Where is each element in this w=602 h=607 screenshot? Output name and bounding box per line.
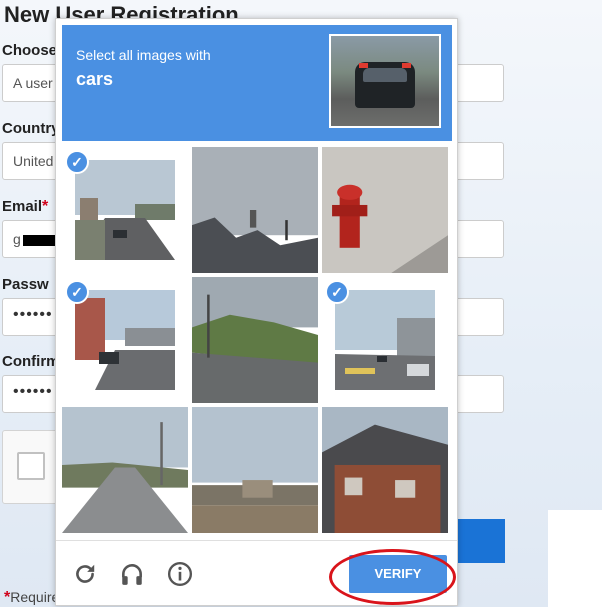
tile-grassy-hill-road[interactable] bbox=[192, 277, 318, 403]
challenge-target-word: cars bbox=[76, 69, 114, 89]
verify-button[interactable]: VERIFY bbox=[349, 555, 447, 593]
reload-icon[interactable] bbox=[72, 561, 98, 587]
sample-car-image bbox=[329, 34, 441, 128]
recaptcha-checkbox[interactable] bbox=[17, 452, 45, 480]
tile-street-with-parked-car[interactable]: ✓ bbox=[62, 277, 188, 403]
email-label-text: Email bbox=[2, 198, 43, 215]
intersection-with-cars-image bbox=[335, 290, 435, 390]
street-with-parked-car-image bbox=[75, 290, 175, 390]
submit-button[interactable] bbox=[450, 519, 505, 563]
tile-fire-hydrant[interactable] bbox=[322, 147, 448, 273]
selected-check-icon: ✓ bbox=[325, 280, 349, 304]
car-shape bbox=[355, 62, 415, 108]
empty-highway-image bbox=[62, 407, 188, 533]
email-value: g bbox=[13, 231, 21, 247]
field-label-password: Passw bbox=[2, 276, 49, 293]
tile-rooftops[interactable] bbox=[192, 147, 318, 273]
fire-hydrant-image bbox=[322, 147, 448, 273]
required-star: * bbox=[42, 198, 49, 215]
recaptcha-challenge: Select all images with cars ✓ ✓ ✓ VERIFY bbox=[55, 18, 458, 606]
field-label-email: Email* bbox=[2, 198, 48, 216]
grassy-hill-road-image bbox=[192, 277, 318, 403]
challenge-footer: VERIFY bbox=[56, 540, 457, 605]
challenge-instruction: Select all images with bbox=[76, 47, 211, 63]
tile-brick-house[interactable] bbox=[322, 407, 448, 533]
selected-check-icon: ✓ bbox=[65, 150, 89, 174]
tile-construction-lot[interactable] bbox=[192, 407, 318, 533]
tile-empty-highway[interactable] bbox=[62, 407, 188, 533]
image-grid: ✓ ✓ ✓ bbox=[62, 147, 452, 534]
info-icon[interactable] bbox=[167, 561, 193, 587]
tile-intersection-with-cars[interactable]: ✓ bbox=[322, 277, 448, 403]
field-label-choose: Choose bbox=[2, 42, 58, 59]
field-label-confirm: Confirm bbox=[2, 353, 60, 370]
tile-street-with-car[interactable]: ✓ bbox=[62, 147, 188, 273]
challenge-header: Select all images with cars bbox=[62, 25, 452, 141]
brick-house-image bbox=[322, 407, 448, 533]
car-tail-light bbox=[402, 63, 411, 68]
selected-check-icon: ✓ bbox=[65, 280, 89, 304]
construction-lot-image bbox=[192, 407, 318, 533]
street-with-car-image bbox=[75, 160, 175, 260]
car-tail-light bbox=[359, 63, 368, 68]
field-label-country: Country bbox=[2, 120, 60, 137]
white-panel bbox=[548, 510, 602, 607]
headphones-icon[interactable] bbox=[119, 561, 145, 587]
rooftops-image bbox=[192, 147, 318, 273]
